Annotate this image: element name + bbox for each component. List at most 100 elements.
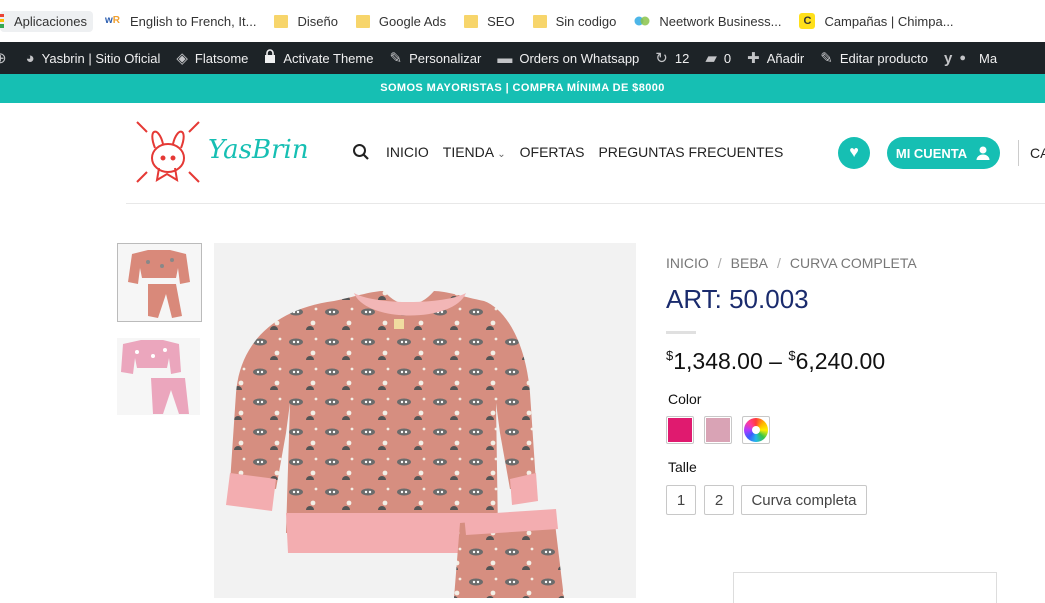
product-price-range: $1,348.00 – $6,240.00 bbox=[666, 348, 885, 375]
admin-flatsome[interactable]: ◈ Flatsome bbox=[176, 49, 248, 67]
admin-personalizar[interactable]: ✎ Personalizar bbox=[389, 49, 481, 67]
product-thumbnail-1[interactable] bbox=[117, 243, 202, 322]
nav-item-tienda[interactable]: TIENDA ⌄ bbox=[443, 144, 506, 160]
breadcrumb-separator: / bbox=[717, 255, 722, 271]
color-swatch-pink[interactable] bbox=[704, 416, 732, 444]
color-label: Color bbox=[668, 391, 702, 407]
breadcrumb-item-curva-completa[interactable]: CURVA COMPLETA bbox=[790, 255, 917, 271]
wordpress-icon: ⊕ bbox=[0, 50, 7, 67]
wordreference-icon: wR bbox=[105, 14, 121, 26]
product-title: ART: 50.003 bbox=[666, 284, 809, 314]
product-thumbnail-2[interactable] bbox=[117, 338, 200, 415]
account-label: MI CUENTA bbox=[895, 145, 968, 161]
admin-item-label: Editar producto bbox=[839, 50, 929, 66]
bookmark-seo[interactable]: SEO bbox=[464, 13, 515, 29]
chevron-down-icon: ⌄ bbox=[497, 149, 506, 160]
breadcrumb-separator: / bbox=[777, 255, 781, 271]
quantity-box[interactable] bbox=[733, 572, 997, 603]
size-option-1[interactable]: 1 bbox=[666, 485, 696, 515]
admin-wp-logo[interactable]: ⊕ bbox=[0, 49, 14, 67]
admin-comments[interactable]: ▰ 0 bbox=[705, 49, 731, 67]
nav-item-label: TIENDA bbox=[442, 144, 494, 160]
account-button[interactable]: MI CUENTA bbox=[887, 137, 1000, 169]
main-nav: INICIO TIENDA ⌄ OFERTAS PREGUNTAS FRECUE… bbox=[352, 143, 797, 161]
bookmark-neetwork[interactable]: Neetwork Business... bbox=[634, 14, 781, 29]
header-divider bbox=[1018, 140, 1019, 166]
nav-item-inicio[interactable]: INICIO bbox=[386, 144, 429, 160]
bookmark-mailchimp[interactable]: C Campañas | Chimpa... bbox=[799, 13, 954, 29]
admin-anadir[interactable]: ✚ Añadir bbox=[747, 49, 804, 67]
breadcrumb-item-inicio[interactable]: INICIO bbox=[666, 255, 709, 271]
bunny-logo-icon bbox=[136, 121, 200, 183]
folder-icon: ▬ bbox=[497, 49, 513, 67]
admin-site-name[interactable]: ◕ Yasbrin | Sitio Oficial bbox=[26, 50, 161, 67]
pencil-icon: ✎ bbox=[820, 50, 833, 67]
bookmark-label: SEO bbox=[487, 13, 515, 29]
folder-icon bbox=[532, 14, 547, 28]
price-separator: – bbox=[769, 348, 782, 374]
mailchimp-icon: C bbox=[799, 13, 816, 29]
nav-item-ofertas[interactable]: OFERTAS bbox=[520, 144, 585, 160]
bookmark-label: Aplicaciones bbox=[14, 13, 87, 29]
size-option-2[interactable]: 2 bbox=[704, 485, 734, 515]
admin-orders-whatsapp[interactable]: ▬ Orders on Whatsapp bbox=[497, 50, 639, 67]
folder-icon bbox=[274, 14, 289, 28]
search-icon[interactable] bbox=[352, 143, 370, 161]
logo-text: YasBrin bbox=[208, 135, 309, 165]
bookmark-label: Diseño bbox=[297, 13, 338, 29]
admin-item-label: Personalizar bbox=[409, 50, 482, 66]
multicolor-wheel-icon bbox=[744, 418, 768, 442]
admin-item-label: Añadir bbox=[766, 50, 805, 66]
header-divider-line bbox=[126, 203, 1045, 204]
bookmark-google-ads[interactable]: Google Ads bbox=[355, 14, 446, 29]
admin-item-label: Orders on Whatsapp bbox=[519, 50, 640, 66]
admin-item-label: Ma bbox=[979, 50, 998, 66]
admin-item-label: 0 bbox=[723, 50, 732, 66]
breadcrumb-item-beba[interactable]: BEBA bbox=[731, 255, 768, 271]
status-dot-icon: ● bbox=[959, 52, 967, 64]
updates-icon: ↻ bbox=[655, 50, 668, 67]
admin-item-label: Yasbrin | Sitio Oficial bbox=[41, 50, 161, 66]
nav-item-preguntas-frecuentes[interactable]: PREGUNTAS FRECUENTES bbox=[598, 144, 783, 160]
title-divider bbox=[666, 331, 696, 334]
promo-bar: SOMOS MAYORISTAS | COMPRA MÍNIMA DE $800… bbox=[0, 74, 1045, 103]
dashboard-icon: ◕ bbox=[25, 49, 35, 67]
bookmark-label: Sin codigo bbox=[555, 13, 617, 29]
pajama-image bbox=[226, 291, 564, 598]
comments-icon: ▰ bbox=[705, 50, 717, 67]
color-swatch-fuchsia[interactable] bbox=[666, 416, 694, 444]
bookmarks-bar: Aplicaciones wR English to French, It...… bbox=[0, 0, 1045, 42]
bookmark-apps[interactable]: Aplicaciones bbox=[0, 10, 93, 32]
admin-item-label: 12 bbox=[674, 50, 690, 66]
price-max: 6,240.00 bbox=[795, 348, 886, 374]
bookmark-diseno[interactable]: Diseño bbox=[274, 13, 338, 29]
heart-icon: ♥ bbox=[849, 144, 859, 161]
wp-admin-bar: ⊕ ◕ Yasbrin | Sitio Oficial ◈ Flatsome A… bbox=[0, 42, 1045, 74]
bookmark-sin-codigo[interactable]: Sin codigo bbox=[532, 13, 617, 29]
price-min: 1,348.00 bbox=[673, 348, 763, 374]
apps-grid-icon bbox=[0, 14, 4, 28]
admin-editar-producto[interactable]: ✎ Editar producto bbox=[820, 49, 928, 67]
plus-icon: ✚ bbox=[747, 50, 760, 67]
flatsome-icon: ◈ bbox=[176, 50, 188, 67]
bookmark-label: English to French, It... bbox=[130, 13, 257, 29]
bookmark-label: Campañas | Chimpa... bbox=[824, 13, 954, 29]
pajama-image bbox=[121, 340, 189, 414]
neetwork-icon bbox=[634, 15, 650, 28]
admin-updates[interactable]: ↻ 12 bbox=[655, 49, 689, 67]
color-swatch-multicolor[interactable] bbox=[742, 416, 770, 444]
user-icon bbox=[975, 145, 991, 161]
size-option-curva-completa[interactable]: Curva completa bbox=[741, 485, 867, 515]
cart-link[interactable]: CA bbox=[1030, 145, 1045, 161]
product-main-image[interactable] bbox=[214, 243, 636, 598]
yoast-icon: y bbox=[944, 49, 953, 67]
pajama-image bbox=[128, 250, 190, 318]
admin-yoast[interactable]: y ● Ma bbox=[944, 50, 997, 67]
currency-symbol: $ bbox=[788, 348, 796, 363]
bookmark-wordreference[interactable]: wR English to French, It... bbox=[105, 14, 256, 29]
admin-activate-theme[interactable]: Activate Theme bbox=[264, 49, 373, 67]
size-label: Talle bbox=[668, 459, 697, 475]
bookmark-label: Neetwork Business... bbox=[659, 13, 782, 29]
wishlist-button[interactable]: ♥ bbox=[838, 137, 870, 169]
breadcrumb: INICIO / BEBA / CURVA COMPLETA bbox=[666, 255, 917, 271]
